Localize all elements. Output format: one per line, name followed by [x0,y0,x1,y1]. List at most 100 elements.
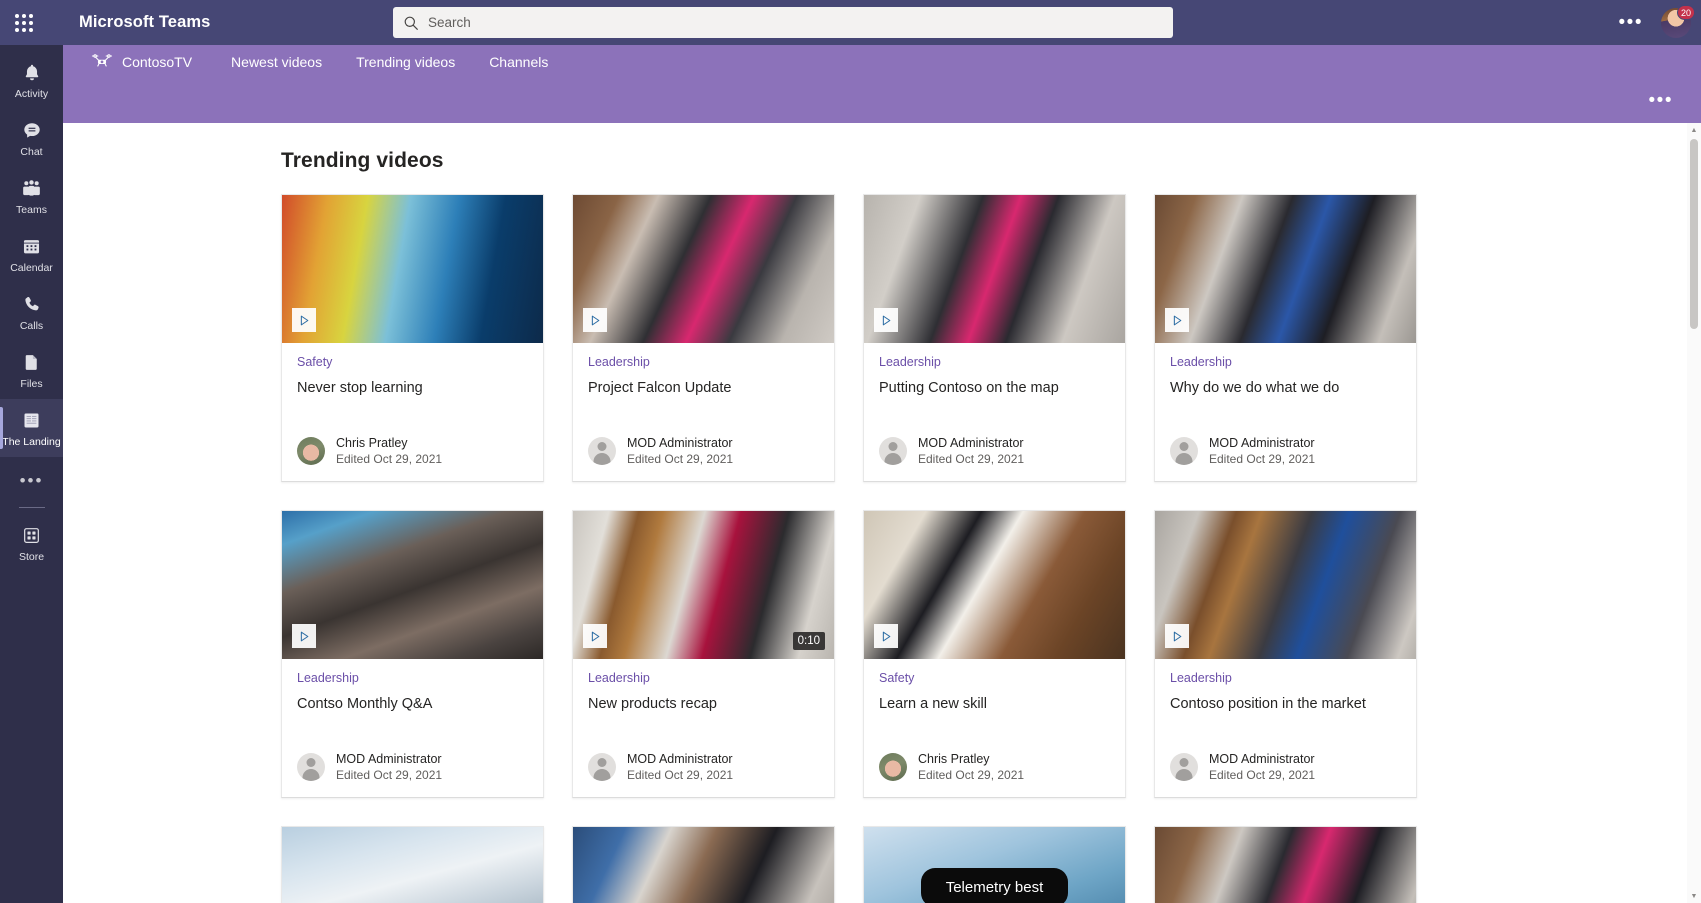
video-card-body: Leadership Contoso position in the market [1155,659,1416,751]
video-category[interactable]: Leadership [588,671,819,685]
video-category[interactable]: Leadership [588,355,819,369]
play-icon[interactable] [874,308,898,332]
edited-date: Edited Oct 29, 2021 [1209,767,1315,783]
sidebar-item-calendar[interactable]: Calendar [0,225,63,283]
video-card[interactable]: LeadershipWhy do we do what we doMOD Adm… [1154,194,1417,482]
video-card[interactable]: Leadership Contoso position in the market… [1154,510,1417,798]
video-category[interactable]: Leadership [1170,355,1401,369]
video-thumbnail[interactable] [864,511,1125,659]
author-avatar [879,753,907,781]
thumbnail-image [1155,195,1416,343]
video-card-body: Leadership Project Falcon Update [573,343,834,435]
sidebar-item-store[interactable]: Store [0,514,63,572]
sidebar-item-activity[interactable]: Activity [0,51,63,109]
video-title[interactable]: Never stop learning [297,379,528,398]
sidebar-more-button[interactable]: ••• [0,457,63,505]
play-icon[interactable] [292,624,316,648]
sidebar-item-files[interactable]: Files [0,341,63,399]
scrollbar-thumb[interactable] [1690,139,1698,329]
video-thumbnail[interactable] [573,195,834,343]
video-card[interactable] [281,826,544,903]
author-avatar [297,753,325,781]
sidebar-divider [19,507,45,508]
video-title[interactable]: Contoso position in the market [1170,695,1401,714]
edited-date: Edited Oct 29, 2021 [918,767,1024,783]
scroll-down-button[interactable]: ▼ [1687,889,1701,903]
video-category[interactable]: Leadership [879,355,1110,369]
video-category[interactable]: Leadership [1170,671,1401,685]
play-icon[interactable] [1165,308,1189,332]
edited-date: Edited Oct 29, 2021 [627,767,733,783]
video-title[interactable]: Putting Contoso on the map [879,379,1110,398]
video-title[interactable]: Why do we do what we do [1170,379,1401,398]
search-placeholder: Search [428,15,471,30]
play-icon[interactable] [583,624,607,648]
author-meta: MOD AdministratorEdited Oct 29, 2021 [627,751,733,783]
video-thumbnail[interactable]: 0:10 [573,511,834,659]
page-title: Trending videos [281,149,1701,173]
tab-trending-videos[interactable]: Trending videos [339,54,472,70]
video-thumbnail[interactable] [573,827,834,903]
thumbnail-overlay-text: Telemetry best [921,868,1067,903]
app-launcher-icon[interactable] [0,0,48,45]
video-title[interactable]: Learn a new skill [879,695,1110,714]
app-column: ContosoTV Newest videos Trending videos … [63,45,1701,903]
video-title[interactable]: Project Falcon Update [588,379,819,398]
author-name: MOD Administrator [627,435,733,451]
sidebar-item-label: Calls [20,320,43,332]
video-thumbnail[interactable] [282,195,543,343]
video-category[interactable]: Leadership [297,671,528,685]
video-thumbnail[interactable]: Telemetry best [864,827,1125,903]
sidebar-item-the-landing[interactable]: The Landing [0,399,63,457]
video-card-footer: MOD AdministratorEdited Oct 29, 2021 [573,435,834,481]
video-card[interactable]: LeadershipPutting Contoso on the mapMOD … [863,194,1126,482]
video-title[interactable]: New products recap [588,695,819,714]
tab-channels[interactable]: Channels [472,54,565,70]
video-category[interactable]: Safety [879,671,1110,685]
sidebar-item-calls[interactable]: Calls [0,283,63,341]
video-card[interactable] [572,826,835,903]
edited-date: Edited Oct 29, 2021 [336,451,442,467]
video-card[interactable]: Telemetry best [863,826,1126,903]
video-thumbnail[interactable] [1155,195,1416,343]
video-card-body: Safety Learn a new skill [864,659,1125,751]
avatar[interactable]: 20 [1661,8,1691,38]
play-icon[interactable] [874,624,898,648]
video-thumbnail[interactable] [1155,827,1416,903]
video-category[interactable]: Safety [297,355,528,369]
author-name: Chris Pratley [918,751,1024,767]
video-card[interactable]: Leadership Project Falcon Update MOD Admin… [572,194,835,482]
thumbnail-image [282,195,543,343]
play-icon[interactable] [292,308,316,332]
sidebar-item-teams[interactable]: Teams [0,167,63,225]
video-card[interactable]: Safety Learn a new skill Chris PratleyEdit… [863,510,1126,798]
play-icon[interactable] [583,308,607,332]
video-thumbnail[interactable] [282,511,543,659]
video-title[interactable]: Contso Monthly Q&A [297,695,528,714]
content-scrollbar[interactable]: ▲ ▼ [1687,123,1701,903]
tab-contosotv[interactable]: ContosoTV [91,52,206,72]
video-thumbnail[interactable] [282,827,543,903]
tab-brand-label: ContosoTV [122,54,192,70]
search-input[interactable]: Search [393,7,1173,38]
author-name: MOD Administrator [1209,751,1315,767]
video-card[interactable]: LeadershipContso Monthly Q&AMOD Administ… [281,510,544,798]
thumbnail-image [1155,827,1416,903]
app-subbar-more-button[interactable]: ••• [1649,97,1673,105]
video-thumbnail[interactable] [1155,511,1416,659]
tab-newest-videos[interactable]: Newest videos [214,54,339,70]
sidebar-item-chat[interactable]: Chat [0,109,63,167]
video-card[interactable]: 0:10 Leadership New products recap MOD Admi… [572,510,835,798]
thumbnail-image [282,511,543,659]
video-thumbnail[interactable] [864,195,1125,343]
author-avatar [1170,753,1198,781]
author-meta: MOD AdministratorEdited Oct 29, 2021 [627,435,733,467]
header-more-button[interactable]: ••• [1611,14,1651,32]
thumbnail-image [864,511,1125,659]
scroll-up-button[interactable]: ▲ [1687,123,1701,137]
play-icon[interactable] [1165,624,1189,648]
video-card[interactable]: SafetyNever stop learningChris PratleyEd… [281,194,544,482]
content-area: Trending videos Safety Never stop learnin… [63,123,1701,903]
content-inner: Trending videos Safety Never stop learnin… [63,123,1701,903]
video-card[interactable] [1154,826,1417,903]
